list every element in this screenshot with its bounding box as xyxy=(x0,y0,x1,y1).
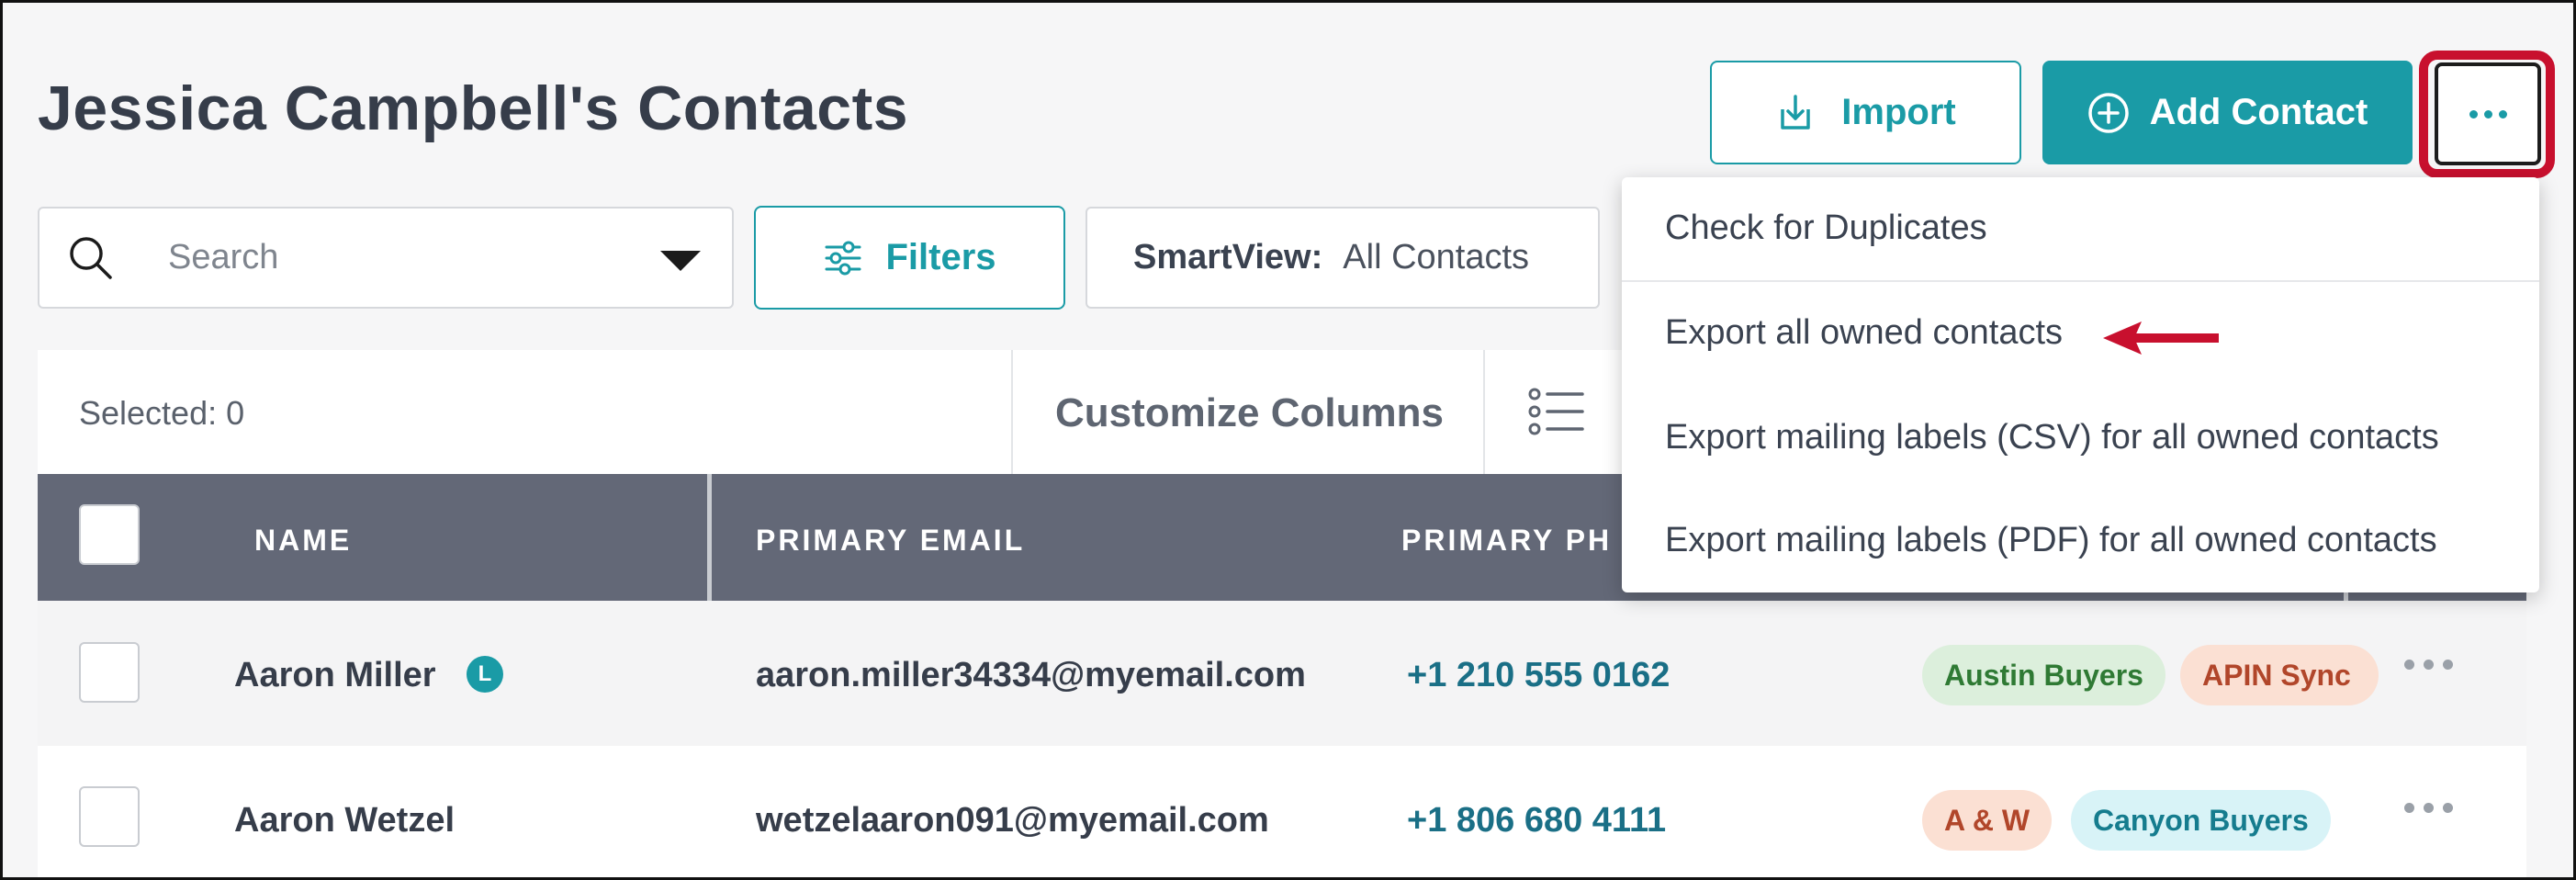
contact-phone[interactable]: +1 210 555 0162 xyxy=(1407,656,1670,695)
lead-badge: L xyxy=(467,656,503,693)
customize-columns-button[interactable]: Customize Columns xyxy=(1055,390,1444,436)
import-button[interactable]: Import xyxy=(1710,61,2021,164)
import-icon xyxy=(1781,94,1811,130)
table-row[interactable]: Aaron Miller L aaron.miller34334@myemail… xyxy=(38,601,2526,746)
row-actions-icon[interactable] xyxy=(2404,660,2453,670)
add-contact-button[interactable]: Add Contact xyxy=(2042,61,2413,164)
contact-phone[interactable]: +1 806 680 4111 xyxy=(1407,801,1666,841)
tag-canyon-buyers[interactable]: Canyon Buyers xyxy=(2071,790,2331,851)
contact-email[interactable]: wetzelaaron091@myemail.com xyxy=(756,801,1269,841)
table-row[interactable]: Aaron Wetzel wetzelaaron091@myemail.com … xyxy=(38,746,2526,877)
contact-name[interactable]: Aaron Wetzel xyxy=(234,801,455,841)
select-all-checkbox[interactable] xyxy=(79,504,140,565)
filters-label: Filters xyxy=(885,237,996,277)
toolbar-divider xyxy=(1011,350,1013,474)
row-checkbox[interactable] xyxy=(79,786,140,847)
sliders-icon xyxy=(825,241,861,275)
tag-a-and-w[interactable]: A & W xyxy=(1922,790,2053,851)
search-dropdown-caret-icon[interactable] xyxy=(660,251,701,271)
column-header-name[interactable]: NAME xyxy=(254,524,352,558)
tag-apin-sync[interactable]: APIN Sync xyxy=(2180,645,2379,705)
selected-count: Selected: 0 xyxy=(79,394,245,432)
tag-austin-buyers[interactable]: Austin Buyers xyxy=(1922,645,2165,705)
menu-item-export-labels-pdf[interactable]: Export mailing labels (PDF) for all owne… xyxy=(1665,521,2437,560)
menu-item-export-labels-csv[interactable]: Export mailing labels (CSV) for all owne… xyxy=(1665,418,2439,457)
smartview-label: SmartView: xyxy=(1133,238,1323,276)
contact-name[interactable]: Aaron Miller xyxy=(234,656,436,695)
toolbar-divider xyxy=(1483,350,1485,474)
ellipsis-icon xyxy=(2469,109,2507,118)
smartview-value: All Contacts xyxy=(1343,238,1530,276)
menu-divider xyxy=(1622,280,2539,282)
menu-item-export-owned-contacts[interactable]: Export all owned contacts xyxy=(1665,313,2063,353)
search-box xyxy=(38,207,734,309)
app-window: Jessica Campbell's Contacts Import Add C… xyxy=(0,0,2576,880)
row-checkbox[interactable] xyxy=(79,642,140,703)
more-options-menu: Check for Duplicates Export all owned co… xyxy=(1622,177,2539,592)
page-title: Jessica Campbell's Contacts xyxy=(38,73,909,143)
contact-email[interactable]: aaron.miller34334@myemail.com xyxy=(756,656,1353,695)
search-input[interactable] xyxy=(168,238,609,277)
import-label: Import xyxy=(1841,92,1956,132)
column-header-primary-email[interactable]: PRIMARY EMAIL xyxy=(756,524,1025,558)
smartview-select[interactable]: SmartView: All Contacts xyxy=(1086,207,1600,309)
search-icon xyxy=(70,236,112,279)
more-options-button[interactable] xyxy=(2435,62,2541,165)
add-contact-label: Add Contact xyxy=(2149,92,2368,132)
menu-item-check-duplicates[interactable]: Check for Duplicates xyxy=(1665,209,1987,248)
list-view-icon[interactable] xyxy=(1527,387,1586,436)
plus-circle-icon xyxy=(2087,92,2129,133)
row-actions-icon[interactable] xyxy=(2404,803,2453,813)
filters-button[interactable]: Filters xyxy=(754,206,1065,310)
column-header-primary-phone[interactable]: PRIMARY PH xyxy=(1401,524,1612,558)
annotation-arrow-icon xyxy=(2103,322,2219,355)
